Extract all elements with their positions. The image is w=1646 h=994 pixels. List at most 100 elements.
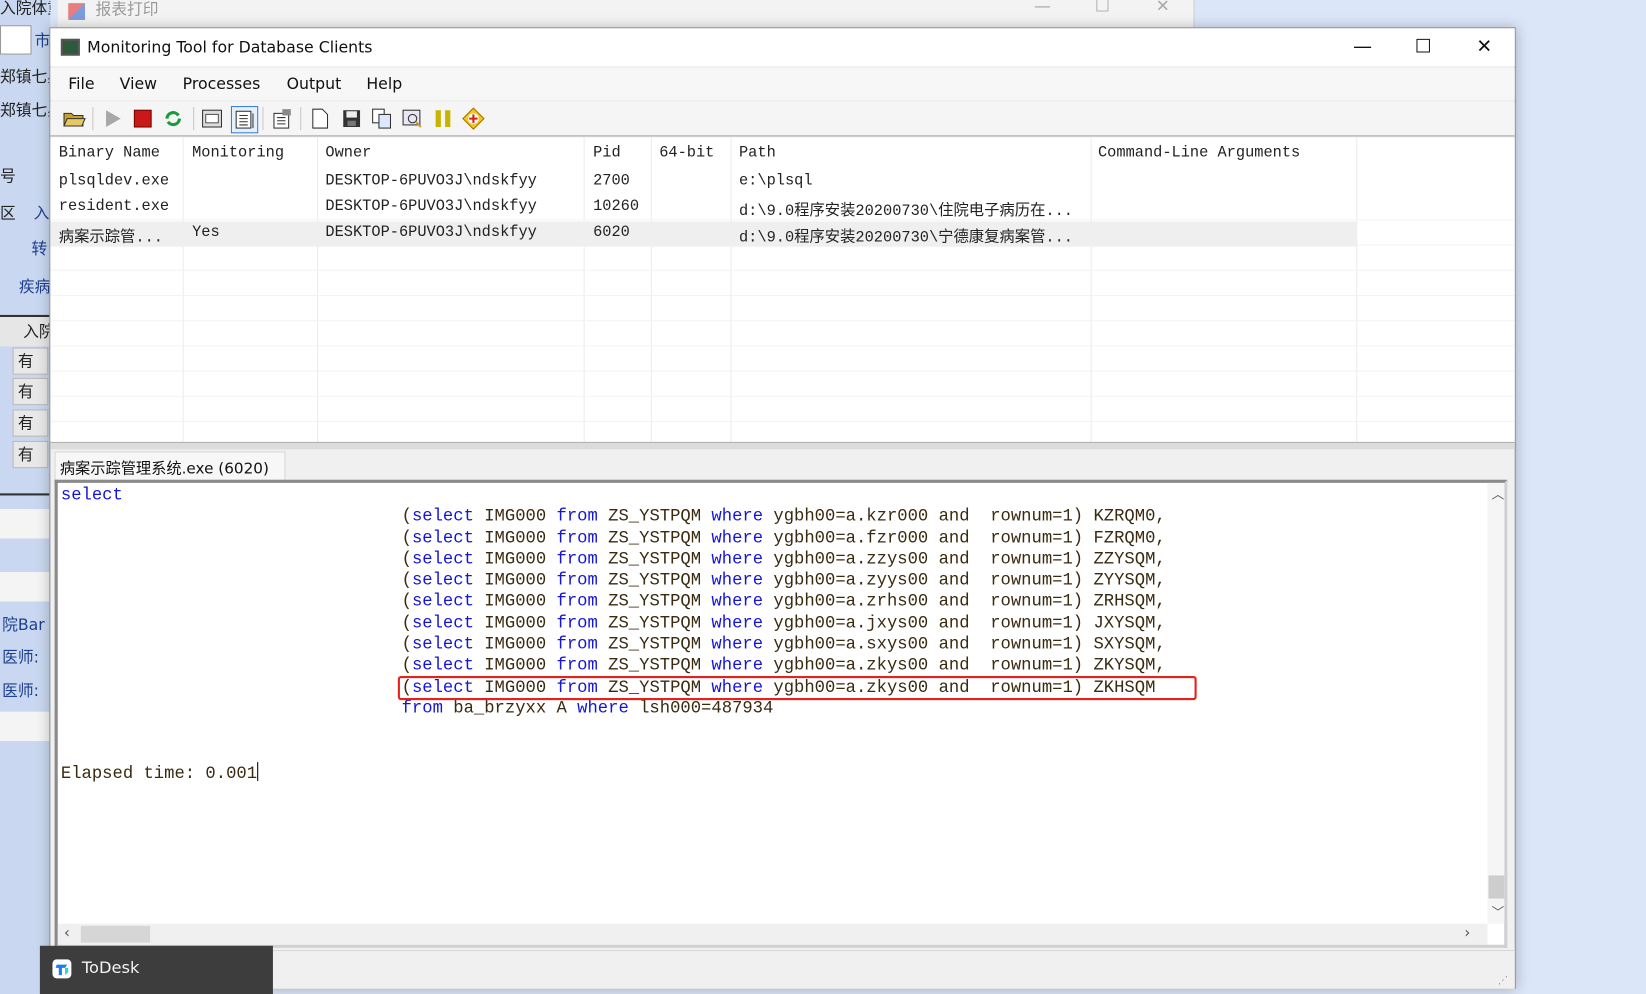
sql-line: (select IMG000 from ZS_YSTPQM where ygbh… (61, 634, 1166, 655)
sql-keyword: from (401, 698, 443, 718)
column-header-command-line[interactable]: Command-Line Arguments (1098, 145, 1300, 162)
sql-token: lsh000=487934 (628, 698, 774, 718)
splitter[interactable] (50, 441, 1515, 450)
table-row[interactable]: resident.exe DESKTOP-6PUVO3J\ndskfyy 102… (50, 195, 1357, 220)
new-icon[interactable] (308, 106, 333, 131)
sql-token: ( (60, 527, 412, 548)
menu-processes[interactable]: Processes (183, 75, 261, 94)
sql-token: ( (60, 655, 412, 676)
sql-token: ( (60, 506, 412, 527)
table-header: Binary Name Monitoring Owner Pid 64-bit … (50, 140, 1357, 165)
sql-token: ygbh00=a.zkys00 and rownum=1) ZKYSQM, (763, 655, 1166, 676)
scroll-left-icon[interactable]: ‹ (64, 925, 70, 942)
sql-keyword: from (556, 591, 598, 612)
scroll-thumb[interactable] (1488, 875, 1505, 899)
bg-text: 疾病 (18, 277, 51, 297)
close-button[interactable]: ✕ (1460, 33, 1508, 62)
sql-keyword: where (711, 506, 764, 527)
scroll-right-icon[interactable]: › (1464, 925, 1470, 942)
sql-keyword: select (60, 484, 123, 505)
vertical-scrollbar[interactable]: ︿ ﹀ (1487, 482, 1505, 924)
sql-line: (select IMG000 from ZS_YSTPQM where ygbh… (61, 655, 1166, 676)
bg-text: 郑镇七星 (0, 100, 50, 120)
sql-keyword: select (411, 527, 474, 548)
sql-line: (select IMG000 from ZS_YSTPQM where ygbh… (61, 528, 1166, 549)
scroll-thumb[interactable] (80, 925, 151, 943)
run-icon[interactable] (100, 106, 125, 131)
pause-icon[interactable] (430, 106, 455, 131)
sql-token: IMG000 (473, 612, 557, 633)
bg-text: 入院 (23, 322, 50, 342)
sql-keyword: select (411, 634, 474, 655)
properties-icon[interactable] (270, 106, 295, 131)
horizontal-scrollbar[interactable]: ‹ › (57, 923, 1488, 945)
output-tab[interactable]: 病案示踪管理系统.exe (6020) (54, 451, 286, 481)
cell-path: d:\9.0程序安装20200730\住院电子病历在... (738, 203, 1073, 221)
sql-output-editor[interactable]: select (select IMG000 from ZS_YSTPQM whe… (54, 479, 1508, 948)
cell-monitoring: Yes (192, 224, 220, 242)
menu-help[interactable]: Help (366, 75, 402, 94)
cell-owner: DESKTOP-6PUVO3J\ndskfyy (325, 224, 537, 242)
minimize-button[interactable]: — (1338, 33, 1386, 62)
debug-icon[interactable] (461, 106, 486, 131)
scroll-down-icon[interactable]: ﹀ (1492, 903, 1505, 921)
sql-keyword: where (577, 698, 629, 718)
sql-token: ygbh00=a.jxys00 and rownum=1) JXYSQM, (763, 612, 1166, 633)
resize-grip-icon[interactable]: ⋰ (1498, 975, 1508, 987)
sql-token: ( (60, 570, 412, 591)
column-header-owner[interactable]: Owner (325, 145, 371, 162)
sql-keyword: where (711, 655, 764, 676)
cell-pid: 10260 (593, 198, 640, 216)
cell-owner: DESKTOP-6PUVO3J\ndskfyy (325, 198, 537, 216)
column-header-64bit[interactable]: 64-bit (659, 145, 714, 162)
menu-bar: File View Processes Output Help (50, 68, 1515, 100)
refresh-icon[interactable] (161, 106, 186, 131)
bg-text: 入院体重 (0, 0, 50, 18)
maximize-icon[interactable]: ☐ (1095, 0, 1110, 16)
sql-keyword: select (411, 506, 474, 527)
close-icon[interactable]: ✕ (1156, 0, 1170, 16)
menu-output[interactable]: Output (287, 75, 342, 94)
sql-keyword: select (411, 591, 474, 612)
sql-token: IMG000 (473, 506, 557, 527)
scroll-up-icon[interactable]: ︿ (1492, 485, 1505, 503)
sql-keyword: from (556, 570, 598, 591)
table-row-selected[interactable]: 病案示踪管... Yes DESKTOP-6PUVO3J\ndskfyy 602… (50, 221, 1358, 247)
stop-icon[interactable] (130, 106, 155, 131)
sql-keyword: from (556, 612, 598, 633)
copy-icon[interactable] (369, 106, 394, 131)
bg-text: 号 (0, 166, 16, 186)
text-caret (257, 761, 259, 781)
sql-token: ZS_YSTPQM (597, 506, 712, 527)
save-icon[interactable] (339, 106, 364, 131)
sql-keyword: where (711, 634, 764, 655)
view-hex-icon[interactable] (199, 106, 224, 131)
column-header-monitoring[interactable]: Monitoring (192, 145, 284, 162)
title-bar[interactable]: Monitoring Tool for Database Clients — ☐… (50, 28, 1515, 67)
sql-token: IMG000 (473, 591, 557, 612)
sql-token: IMG000 (473, 634, 557, 655)
view-text-icon[interactable] (230, 106, 259, 134)
process-table: Binary Name Monitoring Owner Pid 64-bit … (50, 137, 1515, 442)
table-row[interactable]: plsqldev.exe DESKTOP-6PUVO3J\ndskfyy 270… (50, 170, 1357, 195)
bg-cell: 有 (12, 347, 49, 375)
find-icon[interactable] (400, 106, 425, 131)
minimize-icon[interactable]: — (1034, 0, 1051, 16)
maximize-button[interactable]: ☐ (1399, 33, 1447, 62)
column-header-binary-name[interactable]: Binary Name (59, 145, 160, 162)
open-icon[interactable] (62, 106, 87, 131)
menu-view[interactable]: View (120, 75, 157, 94)
cell-pid: 6020 (593, 224, 630, 242)
cell-binary-name: resident.exe (58, 198, 170, 216)
sql-line: (select IMG000 from ZS_YSTPQM where ygbh… (61, 613, 1166, 634)
sql-keyword: where (711, 612, 764, 633)
bg-text: 医师: (2, 681, 39, 701)
column-header-path[interactable]: Path (739, 145, 776, 162)
sql-line: (select IMG000 from ZS_YSTPQM where ygbh… (61, 549, 1166, 570)
column-header-pid[interactable]: Pid (593, 145, 621, 162)
todesk-taskbar-popup[interactable]: ToDesk (39, 945, 273, 994)
menu-file[interactable]: File (68, 75, 94, 94)
cell-binary-name: plsqldev.exe (58, 173, 170, 190)
toolbar (50, 101, 1515, 137)
bg-text: 转 (31, 239, 48, 259)
